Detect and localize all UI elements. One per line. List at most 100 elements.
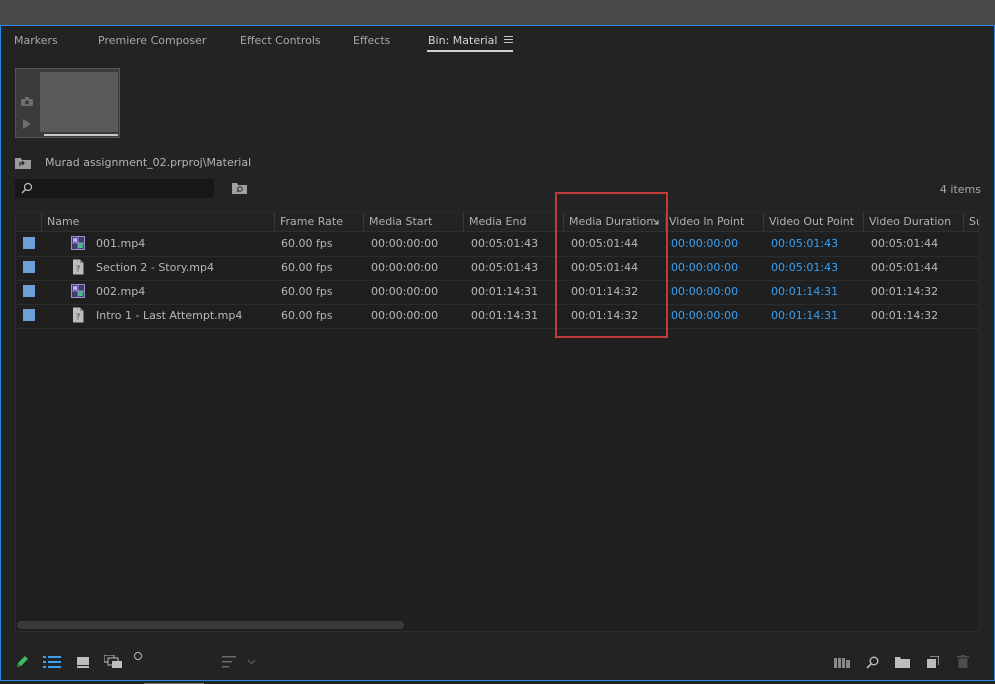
write-protect-pencil-icon[interactable] <box>15 655 29 669</box>
video-out-point[interactable]: 00:05:01:43 <box>771 261 838 274</box>
video-in-point[interactable]: 00:00:00:00 <box>671 261 738 274</box>
column-divider[interactable] <box>274 213 275 231</box>
sort-icons-icon[interactable] <box>222 656 236 668</box>
search-icon <box>21 182 33 194</box>
media-duration: 00:05:01:44 <box>571 261 639 274</box>
media-end: 00:05:01:43 <box>471 261 539 274</box>
thumbnail-scrubber[interactable] <box>44 134 118 136</box>
project-bin-panel: Markers Premiere Composer Effect Control… <box>0 25 995 684</box>
video-duration: 00:01:14:32 <box>871 309 939 322</box>
column-divider[interactable] <box>463 213 464 231</box>
clip-name[interactable]: Section 2 - Story.mp4 <box>96 261 214 274</box>
column-divider[interactable] <box>665 213 666 231</box>
table-row[interactable]: ? Section 2 - Story.mp4 60.00 fps 00:00:… <box>16 256 979 281</box>
column-header-subclip[interactable]: Su <box>969 215 979 228</box>
video-duration: 00:01:14:32 <box>871 285 939 298</box>
video-clip-icon <box>71 284 85 298</box>
missing-media-icon: ? <box>73 307 84 323</box>
tab-effects[interactable]: Effects <box>353 34 390 47</box>
media-start: 00:00:00:00 <box>371 261 439 274</box>
column-header-media-duration[interactable]: Media Duration <box>569 215 653 228</box>
label-color-chip[interactable] <box>23 285 35 297</box>
frame-rate: 60.00 fps <box>281 237 333 250</box>
media-duration: 00:01:14:32 <box>571 309 639 322</box>
bin-path-text: Murad assignment_02.prproj\Material <box>45 156 252 169</box>
media-duration: 00:05:01:44 <box>571 237 639 250</box>
thumbnail-image <box>40 72 118 132</box>
column-divider[interactable] <box>863 213 864 231</box>
column-header-media-end[interactable]: Media End <box>469 215 526 228</box>
video-in-point[interactable]: 00:00:00:00 <box>671 285 738 298</box>
clip-name[interactable]: Intro 1 - Last Attempt.mp4 <box>96 309 242 322</box>
poster-frame-camera-icon[interactable] <box>21 97 33 106</box>
freeform-view-icon[interactable] <box>104 655 122 668</box>
column-divider[interactable] <box>363 213 364 231</box>
media-end: 00:05:01:43 <box>471 237 539 250</box>
column-headers: Name Frame Rate Media Start Media End Me… <box>16 213 979 232</box>
video-duration: 00:05:01:44 <box>871 261 939 274</box>
new-bin-folder-icon[interactable] <box>895 657 910 668</box>
navigate-up-folder-icon[interactable] <box>15 157 31 169</box>
media-duration: 00:01:14:32 <box>571 285 639 298</box>
trash-icon[interactable] <box>957 655 969 668</box>
item-count: 4 items <box>939 183 981 196</box>
column-divider[interactable] <box>763 213 764 231</box>
column-header-frame-rate[interactable]: Frame Rate <box>280 215 343 228</box>
automate-to-sequence-icon[interactable] <box>834 658 850 668</box>
media-start: 00:00:00:00 <box>371 285 439 298</box>
label-color-chip[interactable] <box>23 261 35 273</box>
play-icon[interactable] <box>23 119 31 129</box>
media-start: 00:00:00:00 <box>371 237 439 250</box>
column-header-media-start[interactable]: Media Start <box>369 215 432 228</box>
table-row[interactable]: 001.mp4 60.00 fps 00:00:00:00 00:05:01:4… <box>16 232 979 257</box>
column-header-video-in-point[interactable]: Video In Point <box>669 215 744 228</box>
top-bar <box>0 0 995 25</box>
label-color-chip[interactable] <box>23 237 35 249</box>
column-divider[interactable] <box>963 213 964 231</box>
chevron-down-icon[interactable] <box>247 659 256 665</box>
media-end: 00:01:14:31 <box>471 285 539 298</box>
column-header-video-out-point[interactable]: Video Out Point <box>769 215 854 228</box>
bin-list-view: Name Frame Rate Media Start Media End Me… <box>15 212 980 632</box>
label-color-chip[interactable] <box>23 309 35 321</box>
video-clip-icon <box>71 236 85 250</box>
media-start: 00:00:00:00 <box>371 309 439 322</box>
video-duration: 00:05:01:44 <box>871 237 939 250</box>
active-tab-underline <box>427 50 513 52</box>
frame-rate: 60.00 fps <box>281 261 333 274</box>
list-view-icon[interactable] <box>43 656 61 668</box>
bottom-toolbar <box>1 646 994 684</box>
video-in-point[interactable]: 00:00:00:00 <box>671 237 738 250</box>
column-divider[interactable] <box>563 213 564 231</box>
media-end: 00:01:14:31 <box>471 309 539 322</box>
missing-media-icon: ? <box>73 259 84 275</box>
column-header-video-duration[interactable]: Video Duration <box>869 215 951 228</box>
horizontal-scrollbar[interactable] <box>17 621 404 629</box>
sort-descending-icon <box>652 218 659 225</box>
video-out-point[interactable]: 00:01:14:31 <box>771 309 838 322</box>
video-out-point[interactable]: 00:01:14:31 <box>771 285 838 298</box>
zoom-slider-knob[interactable] <box>134 652 142 660</box>
panel-menu-icon[interactable] <box>504 36 513 44</box>
video-out-point[interactable]: 00:05:01:43 <box>771 237 838 250</box>
video-in-point[interactable]: 00:00:00:00 <box>671 309 738 322</box>
frame-rate: 60.00 fps <box>281 285 333 298</box>
tab-markers[interactable]: Markers <box>14 34 58 47</box>
find-icon[interactable] <box>866 656 879 669</box>
clip-name[interactable]: 001.mp4 <box>96 237 145 250</box>
tab-premiere-composer[interactable]: Premiere Composer <box>98 34 206 47</box>
new-item-icon[interactable] <box>927 656 939 668</box>
new-search-bin-icon[interactable] <box>232 182 247 194</box>
tab-effect-controls[interactable]: Effect Controls <box>240 34 321 47</box>
panel-tabs: Markers Premiere Composer Effect Control… <box>1 26 994 56</box>
search-field[interactable] <box>15 179 214 198</box>
table-row[interactable]: 002.mp4 60.00 fps 00:00:00:00 00:01:14:3… <box>16 280 979 305</box>
icon-view-icon[interactable] <box>77 656 89 668</box>
tab-bin-material[interactable]: Bin: Material <box>428 34 497 47</box>
clip-name[interactable]: 002.mp4 <box>96 285 145 298</box>
column-header-name[interactable]: Name <box>47 215 79 228</box>
column-divider[interactable] <box>41 213 42 231</box>
preview-thumbnail <box>15 68 120 138</box>
frame-rate: 60.00 fps <box>281 309 333 322</box>
table-row[interactable]: ? Intro 1 - Last Attempt.mp4 60.00 fps 0… <box>16 304 979 329</box>
